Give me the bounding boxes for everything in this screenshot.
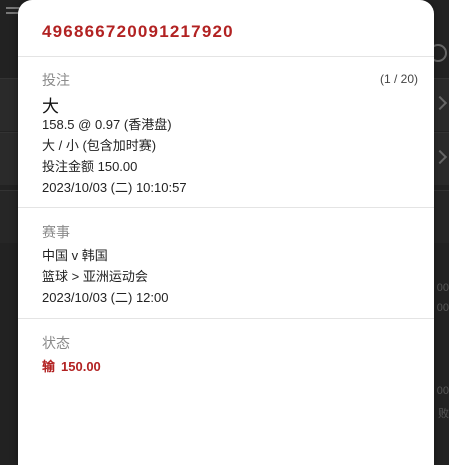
status-result-word: 输 [42, 359, 56, 374]
background-text: 败 [438, 408, 449, 420]
status-section-label: 状态 [42, 335, 70, 351]
divider [18, 56, 434, 57]
event-section-label: 赛事 [42, 224, 70, 240]
bet-odds: 158.5 @ 0.97 (香港盘) [42, 117, 172, 132]
event-teams: 中国 v 韩国 [42, 248, 108, 263]
bet-stake: 投注金额 150.00 [42, 159, 138, 174]
status-result: 输 150.00 [42, 356, 101, 375]
divider [18, 207, 434, 208]
bet-detail-modal: 496866720091217920 投注 (1 / 20) 大 158.5 @… [18, 0, 434, 465]
divider [18, 318, 434, 319]
bet-id: 496866720091217920 [42, 22, 234, 41]
background-text: 00 [436, 385, 449, 397]
bet-market: 大 / 小 (包含加时赛) [42, 138, 157, 153]
background-text: 00 [436, 302, 449, 314]
event-competition: 篮球 > 亚洲运动会 [42, 269, 148, 284]
background-text: 00 [436, 282, 449, 294]
status-amount: 150.00 [61, 359, 101, 374]
bet-counter: (1 / 20) [379, 72, 418, 86]
bet-placed-time: 2023/10/03 (二) 10:10:57 [42, 180, 187, 195]
bet-section-label: 投注 [42, 72, 70, 88]
event-start-time: 2023/10/03 (二) 12:00 [42, 290, 169, 305]
